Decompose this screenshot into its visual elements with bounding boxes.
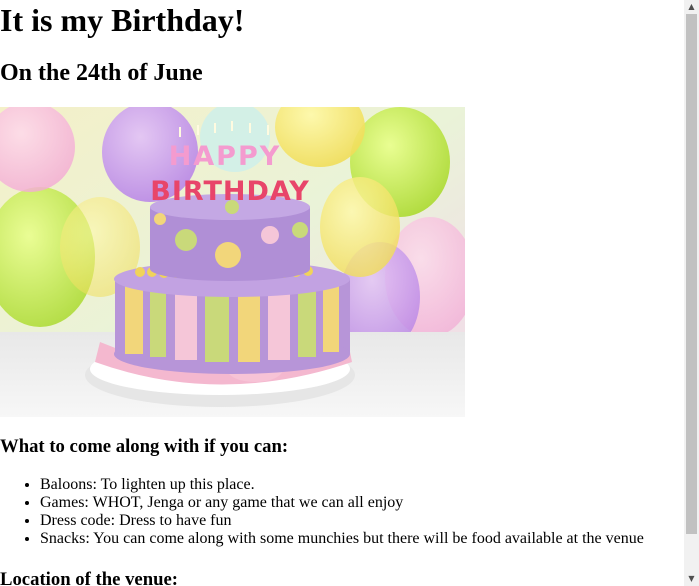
list-item: Dress code: Dress to have fun (40, 512, 644, 530)
page-content: It is my Birthday! On the 24th of June H… (0, 0, 684, 586)
page-subtitle: On the 24th of June (0, 60, 203, 86)
triangle-down-icon[interactable]: ▼ (684, 572, 699, 586)
list-item: Games: WHOT, Jenga or any game that we c… (40, 494, 644, 512)
bring-section-heading: What to come along with if you can: (0, 436, 289, 457)
list-item: Baloons: To lighten up this place. (40, 476, 644, 494)
bring-list: Baloons: To lighten up this place. Games… (0, 476, 644, 548)
vertical-scrollbar[interactable]: ▲ ▼ (684, 0, 699, 586)
triangle-up-icon[interactable]: ▲ (684, 0, 699, 14)
venue-section-heading: Location of the venue: (0, 569, 179, 586)
page-title: It is my Birthday! (0, 2, 245, 38)
scrollbar-thumb[interactable] (686, 14, 697, 534)
candles-birthday-text: BIRTHDAY (150, 176, 310, 207)
birthday-cake-image: HAPPY BIRTHDAY (0, 107, 465, 417)
list-item: Snacks: You can come along with some mun… (40, 530, 644, 548)
candles-happy-text: HAPPY (169, 141, 282, 172)
